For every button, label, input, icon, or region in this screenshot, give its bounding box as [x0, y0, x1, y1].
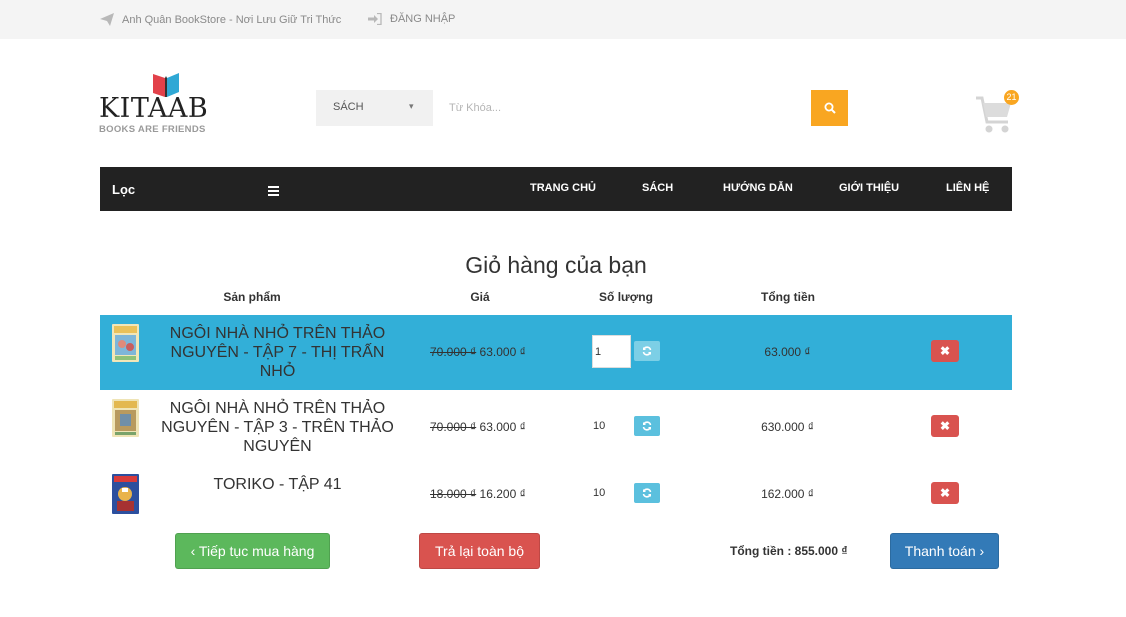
- clear-cart-button[interactable]: Trả lại toàn bộ: [419, 533, 540, 569]
- continue-shopping-button[interactable]: ‹ Tiếp tục mua hàng: [175, 533, 330, 569]
- remove-item-button[interactable]: ✖: [931, 415, 959, 437]
- old-price: 70.000 ₫: [430, 345, 477, 359]
- nav-item-home[interactable]: TRANG CHỦ: [530, 182, 596, 194]
- row-total: 162.000 ₫: [761, 487, 814, 501]
- chevron-down-icon: ▾: [409, 101, 414, 111]
- quantity-input[interactable]: [592, 335, 631, 368]
- header-product: Sản phẩm: [223, 290, 281, 304]
- row-total: 630.000 ₫: [761, 420, 814, 434]
- nav-item-about[interactable]: GIỚI THIỆU: [839, 182, 899, 194]
- times-icon: ✖: [939, 419, 951, 433]
- login-link-text[interactable]: ĐĂNG NHẬP: [390, 13, 455, 25]
- remove-item-button[interactable]: ✖: [931, 340, 959, 362]
- old-price: 70.000 ₫: [430, 420, 477, 434]
- header-quantity: Số lượng: [599, 290, 653, 304]
- nav-item-books[interactable]: SÁCH: [642, 182, 673, 194]
- grand-total: Tổng tiền : 855.000 ₫: [730, 544, 848, 558]
- product-name[interactable]: TORIKO - TẬP 41: [160, 475, 395, 494]
- search-button[interactable]: [811, 90, 848, 126]
- book-cover-image: [112, 399, 139, 437]
- sign-in-icon: [368, 13, 382, 25]
- site-logo[interactable]: KITAAB BOOKS ARE FRIENDS: [99, 70, 209, 140]
- product-price: 18.000 ₫ 16.200 ₫: [430, 487, 530, 501]
- main-navbar: Lọc TRANG CHỦ SÁCH HƯỚNG DẪN GIỚI THIỆU …: [100, 167, 1012, 211]
- times-icon: ✖: [939, 344, 951, 358]
- table-row: TORIKO - TẬP 41 18.000 ₫ 16.200 ₫ 10 162…: [100, 460, 1012, 522]
- sale-price: 16.200 ₫: [479, 487, 526, 501]
- page-title: Giỏ hàng của bạn: [465, 252, 647, 278]
- row-total: 63.000 ₫: [764, 345, 811, 359]
- filter-toggle[interactable]: Lọc: [112, 182, 135, 197]
- book-cover-image: [112, 474, 139, 514]
- refresh-icon: [642, 346, 652, 356]
- store-tagline: Anh Quân BookStore - Nơi Lưu Giữ Tri Thứ…: [100, 13, 341, 26]
- quantity-value[interactable]: 10: [593, 487, 605, 499]
- remove-item-button[interactable]: ✖: [931, 482, 959, 504]
- search-icon: [824, 102, 836, 114]
- category-select-value: SÁCH: [333, 101, 364, 113]
- update-quantity-button[interactable]: [634, 483, 660, 503]
- logo-tagline: BOOKS ARE FRIENDS: [99, 124, 206, 135]
- refresh-icon: [642, 488, 652, 498]
- category-select[interactable]: SÁCH ▾: [316, 90, 433, 126]
- nav-item-guide[interactable]: HƯỚNG DẪN: [723, 182, 793, 194]
- header-price: Giá: [470, 290, 490, 304]
- product-price: 70.000 ₫ 63.000 ₫: [430, 420, 530, 434]
- update-quantity-button[interactable]: [634, 341, 660, 361]
- quantity-value[interactable]: 10: [593, 420, 605, 432]
- logo-wordmark: KITAAB: [99, 93, 209, 124]
- cart-count-badge: 21: [1004, 90, 1019, 105]
- refresh-icon: [642, 421, 652, 431]
- sale-price: 63.000 ₫: [479, 420, 526, 434]
- product-price: 70.000 ₫ 63.000 ₫: [430, 345, 530, 359]
- update-quantity-button[interactable]: [634, 416, 660, 436]
- table-row: NGÔI NHÀ NHỎ TRÊN THẢO NGUYÊN - TẬP 7 - …: [100, 315, 1012, 390]
- product-name[interactable]: NGÔI NHÀ NHỎ TRÊN THẢO NGUYÊN - TẬP 7 - …: [160, 324, 395, 381]
- checkout-button[interactable]: Thanh toán ›: [890, 533, 999, 569]
- table-row: NGÔI NHÀ NHỎ TRÊN THẢO NGUYÊN - TẬP 3 - …: [100, 390, 1012, 460]
- store-tagline-text: Anh Quân BookStore - Nơi Lưu Giữ Tri Thứ…: [122, 13, 342, 26]
- login-link[interactable]: ĐĂNG NHẬP: [368, 13, 455, 25]
- header-total: Tổng tiền: [761, 290, 815, 304]
- paper-plane-icon: [100, 13, 114, 26]
- bars-icon[interactable]: [268, 183, 279, 201]
- top-bar: Anh Quân BookStore - Nơi Lưu Giữ Tri Thứ…: [0, 0, 1126, 39]
- sale-price: 63.000 ₫: [479, 345, 526, 359]
- times-icon: ✖: [939, 486, 951, 500]
- old-price: 18.000 ₫: [430, 487, 477, 501]
- search-input[interactable]: [433, 90, 811, 126]
- product-name[interactable]: NGÔI NHÀ NHỎ TRÊN THẢO NGUYÊN - TẬP 3 - …: [160, 399, 395, 456]
- book-cover-image: [112, 324, 139, 362]
- cart-button[interactable]: 21: [974, 90, 1022, 136]
- nav-item-contact[interactable]: LIÊN HỆ: [946, 182, 989, 194]
